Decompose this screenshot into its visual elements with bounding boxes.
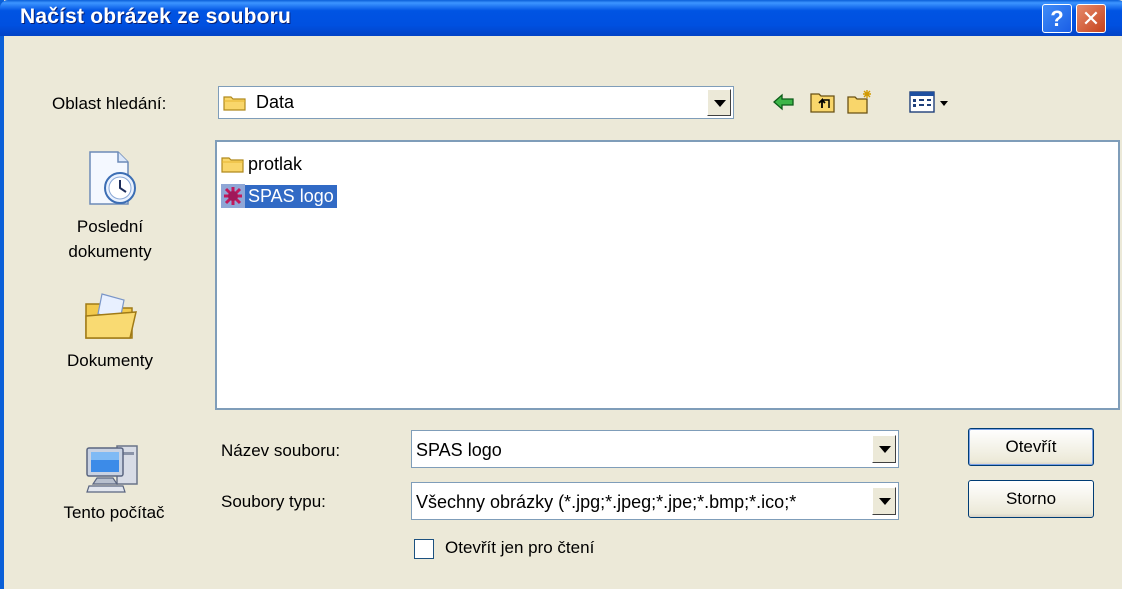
lookin-dropdown-arrow[interactable] <box>707 89 731 116</box>
filetype-combo[interactable]: Všechny obrázky (*.jpg;*.jpeg;*.jpe;*.bm… <box>411 482 899 520</box>
readonly-checkbox[interactable] <box>414 539 434 559</box>
list-item-protlak[interactable]: protlak <box>221 151 305 177</box>
back-icon[interactable] <box>770 88 798 116</box>
my-documents-icon <box>85 293 137 339</box>
filename-dropdown-arrow[interactable] <box>872 435 896 463</box>
place-my-computer[interactable]: Tento počítač <box>44 438 184 525</box>
views-menu-icon[interactable] <box>908 88 954 116</box>
close-button[interactable]: ✕ <box>1076 4 1106 33</box>
lookin-combo[interactable]: Data <box>218 86 734 119</box>
place-recent-label: Poslední dokumenty <box>68 217 152 261</box>
file-name: protlak <box>248 153 303 174</box>
lookin-label: Oblast hledání: <box>52 94 167 113</box>
filename-value: SPAS logo <box>416 440 502 460</box>
lookin-value-text: Data <box>256 92 295 112</box>
up-folder-icon[interactable] <box>809 88 837 116</box>
cancel-button[interactable]: Storno <box>968 480 1094 518</box>
readonly-label[interactable]: Otevřít jen pro čtení <box>445 538 594 558</box>
title-bar[interactable]: Načíst obrázek ze souboru ? ✕ <box>0 0 1122 36</box>
dialog-title: Načíst obrázek ze souboru <box>20 5 292 28</box>
help-icon: ? <box>1050 6 1064 31</box>
folder-icon <box>223 96 246 111</box>
my-computer-icon <box>86 445 138 493</box>
filename-field[interactable]: SPAS logo <box>411 430 899 468</box>
folder-icon <box>221 157 244 173</box>
image-file-icon <box>221 184 245 208</box>
lookin-value: Data <box>223 92 294 113</box>
file-list[interactable]: protlak SPAS logo <box>215 140 1120 410</box>
place-documents-label: Dokumenty <box>67 351 153 370</box>
filename-label: Název souboru: <box>221 441 341 460</box>
filetype-value: Všechny obrázky (*.jpg;*.jpeg;*.jpe;*.bm… <box>416 492 797 512</box>
help-button[interactable]: ? <box>1042 4 1072 33</box>
filetype-label: Soubory typu: <box>221 492 326 511</box>
place-my-computer-label: Tento počítač <box>63 503 165 522</box>
place-recent-documents[interactable]: Poslední dokumenty <box>40 148 180 264</box>
close-icon: ✕ <box>1081 6 1101 31</box>
open-image-dialog: Načíst obrázek ze souboru ? ✕ Oblast hle… <box>0 0 1122 589</box>
recent-documents-icon <box>89 151 136 205</box>
filetype-dropdown-arrow[interactable] <box>872 487 896 515</box>
file-name: SPAS logo <box>245 184 337 208</box>
open-button[interactable]: Otevřít <box>968 428 1094 466</box>
place-documents[interactable]: Dokumenty <box>40 290 180 373</box>
new-folder-icon[interactable] <box>846 88 874 116</box>
list-item-spas-logo[interactable]: SPAS logo <box>221 183 337 209</box>
